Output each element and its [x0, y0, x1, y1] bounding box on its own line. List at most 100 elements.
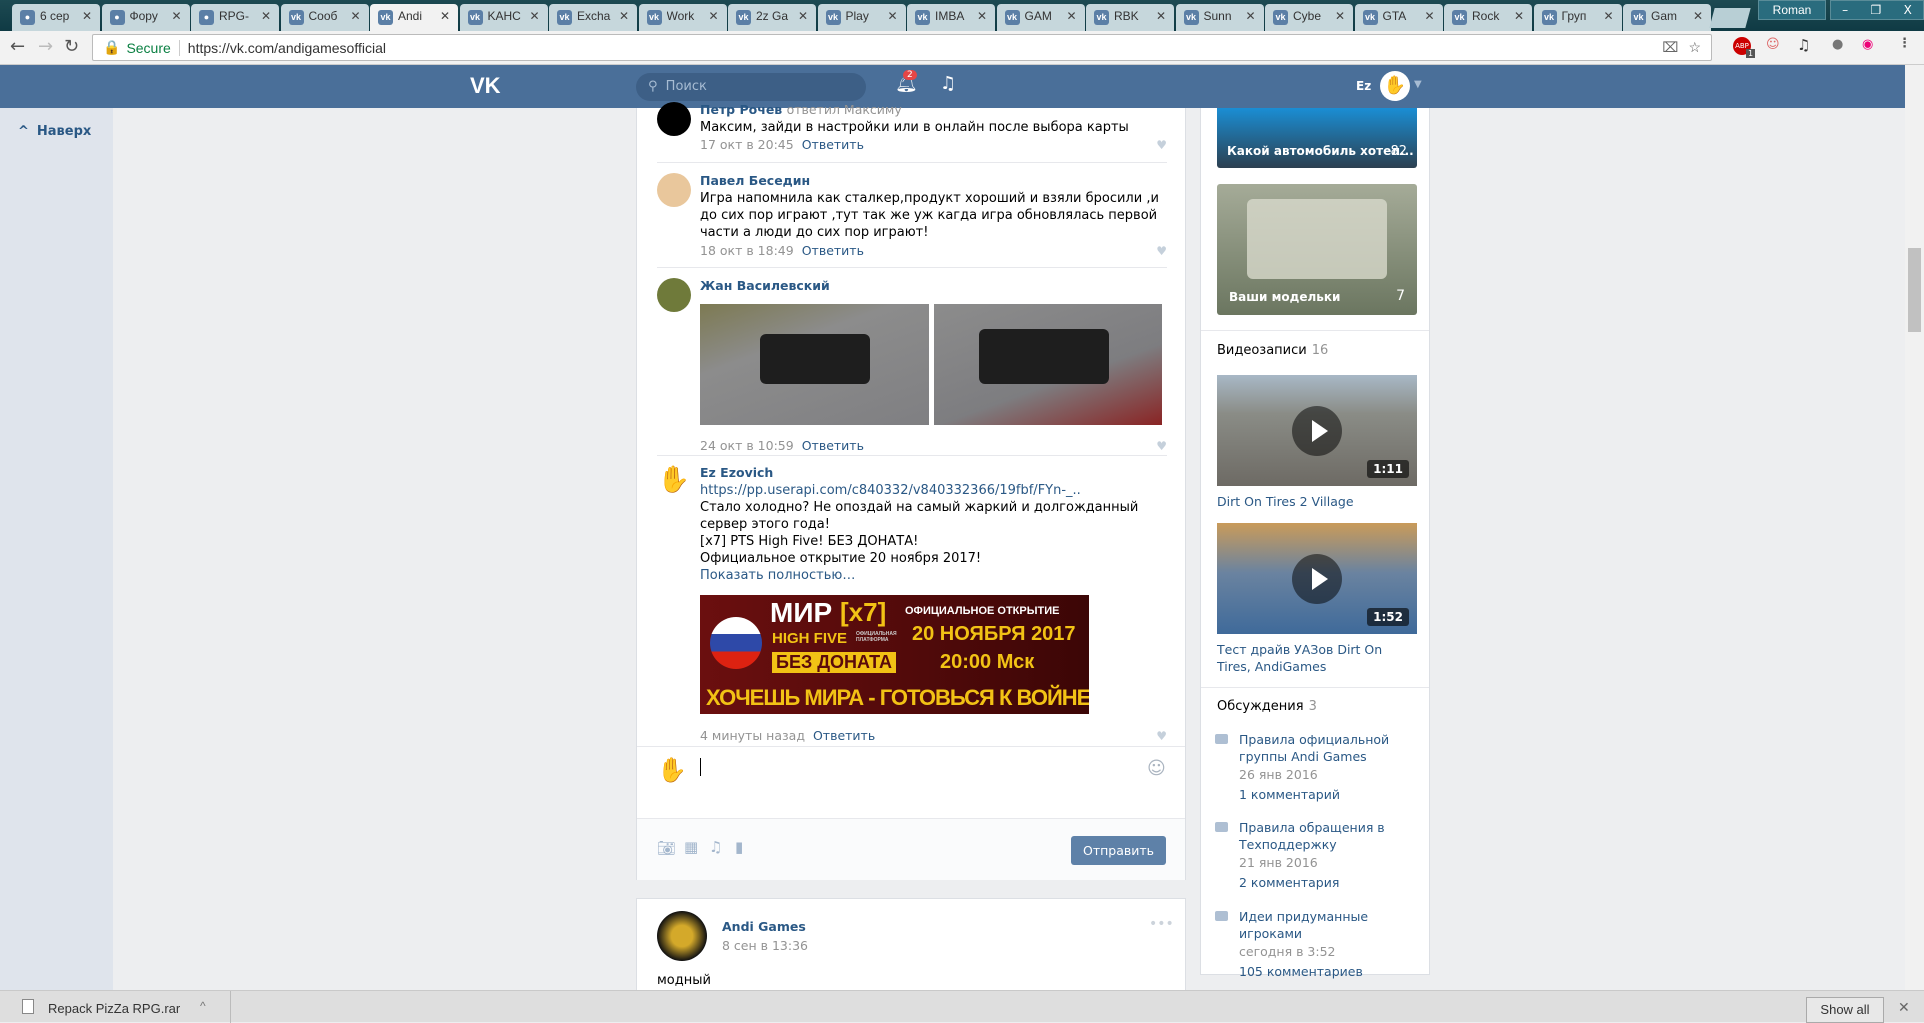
minimize-icon[interactable]: – [1842, 3, 1848, 17]
chevron-down-icon[interactable]: ▼ [1414, 79, 1422, 90]
back-icon[interactable]: ← [10, 36, 25, 57]
post-author-avatar[interactable] [657, 911, 707, 961]
browser-tab[interactable]: vk GTA ✕ [1354, 4, 1443, 31]
comment-author[interactable]: Ez Ezovich [700, 465, 773, 480]
play-icon[interactable] [1292, 553, 1342, 604]
comment-date[interactable]: 17 окт в 20:45 [700, 137, 794, 152]
comment-photo[interactable] [700, 304, 929, 425]
album-card[interactable]: Какой автомобиль хотел... 82 [1217, 108, 1417, 168]
browser-tab[interactable]: vk Rock ✕ [1444, 4, 1532, 31]
discussion-item[interactable]: Идеи придуманные игроками сегодня в 3:52 1… [1215, 908, 1415, 982]
tab-close-icon[interactable]: ✕ [708, 9, 718, 23]
discussion-title[interactable]: Правила обращения в Техподдержку [1239, 819, 1415, 853]
extension-chrome-icon[interactable]: ◉ [1862, 37, 1873, 52]
avatar[interactable] [657, 102, 691, 136]
album-card[interactable]: Ваши модельки 7 [1217, 184, 1417, 315]
discussion-title[interactable]: Идеи придуманные игроками [1239, 908, 1415, 942]
discussions-header[interactable]: Обсуждения 3 [1217, 699, 1317, 714]
vk-logo[interactable]: VK [470, 73, 501, 99]
tab-close-icon[interactable]: ✕ [261, 9, 271, 23]
browser-tab[interactable]: vk Груп ✕ [1533, 4, 1622, 31]
like-heart-icon[interactable]: ♥ [1156, 729, 1167, 743]
forward-icon[interactable]: → [38, 36, 53, 57]
like-heart-icon[interactable]: ♥ [1156, 138, 1167, 152]
page-scrollbar[interactable] [1905, 65, 1924, 990]
play-icon[interactable] [1292, 405, 1342, 456]
translate-icon[interactable]: ⌧ [1662, 39, 1678, 56]
browser-tab[interactable]: vk Work ✕ [638, 4, 727, 31]
browser-tab[interactable]: vk Сооб ✕ [280, 4, 369, 31]
reply-link[interactable]: Ответить [813, 728, 875, 743]
show-all-button[interactable]: Show all [1806, 997, 1884, 1023]
tab-close-icon[interactable]: ✕ [1693, 9, 1703, 23]
discussion-comments[interactable]: 105 комментариев [1239, 962, 1415, 982]
browser-tab[interactable]: vk GAM ✕ [996, 4, 1085, 31]
music-icon[interactable]: ♫ [940, 73, 956, 94]
more-options-icon[interactable]: ••• [1149, 916, 1174, 932]
tab-close-icon[interactable]: ✕ [619, 9, 629, 23]
video-title[interactable]: Dirt On Tires 2 Village [1217, 493, 1417, 510]
tab-close-icon[interactable]: ✕ [171, 9, 181, 23]
like-heart-icon[interactable]: ♥ [1156, 439, 1167, 453]
close-window-icon[interactable]: X [1904, 3, 1912, 17]
reply-link[interactable]: Ответить [802, 137, 864, 152]
reply-to[interactable]: ответил Максиму [787, 102, 902, 117]
browser-tab[interactable]: ● Фору ✕ [101, 4, 190, 31]
video-thumbnail[interactable]: 1:52 [1217, 523, 1417, 634]
tab-close-icon[interactable]: ✕ [82, 9, 92, 23]
browser-tab[interactable]: vk KAHC ✕ [459, 4, 548, 31]
reply-link[interactable]: Ответить [802, 438, 864, 453]
comment-author[interactable]: Павел Беседин [700, 173, 810, 188]
user-name[interactable]: Ez [1356, 79, 1371, 93]
scrollbar-thumb[interactable] [1908, 248, 1921, 332]
comment-author[interactable]: Петр Рочев [700, 102, 782, 117]
url-bar[interactable]: 🔒 Secure https://vk.com/andigamesofficia… [92, 34, 1712, 61]
discussion-item[interactable]: Правила официальной группы Andi Games 26 … [1215, 731, 1415, 805]
comment-date[interactable]: 18 окт в 18:49 [700, 243, 794, 258]
tab-close-icon[interactable]: ✕ [1245, 9, 1255, 23]
download-filename[interactable]: Repack PizZa RPG.rar [48, 1001, 180, 1016]
tab-close-icon[interactable]: ✕ [440, 9, 450, 23]
tab-close-icon[interactable]: ✕ [1603, 9, 1613, 23]
tab-close-icon[interactable]: ✕ [529, 9, 539, 23]
browser-tab[interactable]: vk Excha ✕ [549, 4, 637, 31]
comment-photo[interactable] [934, 304, 1162, 425]
browser-tab[interactable]: vk RBK ✕ [1086, 4, 1174, 31]
bookmark-star-icon[interactable]: ☆ [1688, 39, 1701, 56]
music-extension-icon[interactable]: ♫ [1797, 36, 1810, 54]
comment-link[interactable]: https://pp.userapi.com/c840332/v84033236… [700, 482, 1160, 499]
browser-tab[interactable]: vk Andi ✕ [370, 4, 458, 31]
document-icon[interactable]: ▮ [735, 838, 743, 856]
tab-close-icon[interactable]: ✕ [1156, 9, 1166, 23]
menu-icon[interactable]: ⋮ [1898, 36, 1911, 51]
maximize-icon[interactable]: ❐ [1870, 3, 1881, 17]
user-avatar[interactable]: ✋ [1380, 71, 1410, 101]
tab-close-icon[interactable]: ✕ [350, 9, 360, 23]
discussion-comments[interactable]: 1 комментарий [1239, 785, 1415, 805]
promo-banner-image[interactable]: МИР [x7] HIGH FIVE ОФИЦИАЛЬНАЯ ПЛАТФОРМА… [700, 595, 1089, 714]
extension-icon[interactable]: ☺ [1766, 37, 1780, 52]
avatar[interactable] [657, 173, 691, 207]
search-input[interactable]: ⚲ Поиск [636, 73, 866, 101]
camera-icon[interactable]: 📷︎ [657, 839, 676, 857]
browser-tab[interactable]: vk Cybe ✕ [1265, 4, 1353, 31]
tab-close-icon[interactable]: ✕ [798, 9, 808, 23]
avatar[interactable] [657, 278, 691, 312]
comment-input[interactable] [700, 758, 1130, 776]
video-icon[interactable]: ▦ [684, 838, 698, 856]
reply-link[interactable]: Ответить [802, 243, 864, 258]
chevron-up-icon[interactable]: ^ [200, 999, 206, 1013]
close-icon[interactable]: ✕ [1898, 999, 1910, 1016]
comment-date[interactable]: 24 окт в 10:59 [700, 438, 794, 453]
browser-tab[interactable]: vk Play ✕ [817, 4, 906, 31]
browser-tab[interactable]: ● 6 сер ✕ [12, 4, 100, 31]
reload-icon[interactable]: ↻ [64, 36, 79, 57]
comment-author[interactable]: Жан Василевский [700, 278, 830, 293]
browser-tab[interactable]: vk 2z Ga ✕ [728, 4, 816, 31]
discussion-comments[interactable]: 2 комментария [1239, 873, 1415, 893]
video-title[interactable]: Тест драйв УАЗов Dirt On Tires, AndiGame… [1217, 641, 1417, 675]
browser-tab[interactable]: vk Sunn ✕ [1175, 4, 1264, 31]
like-heart-icon[interactable]: ♥ [1156, 244, 1167, 258]
new-tab-button[interactable] [1709, 8, 1751, 28]
audio-icon[interactable]: ♫ [709, 838, 722, 856]
